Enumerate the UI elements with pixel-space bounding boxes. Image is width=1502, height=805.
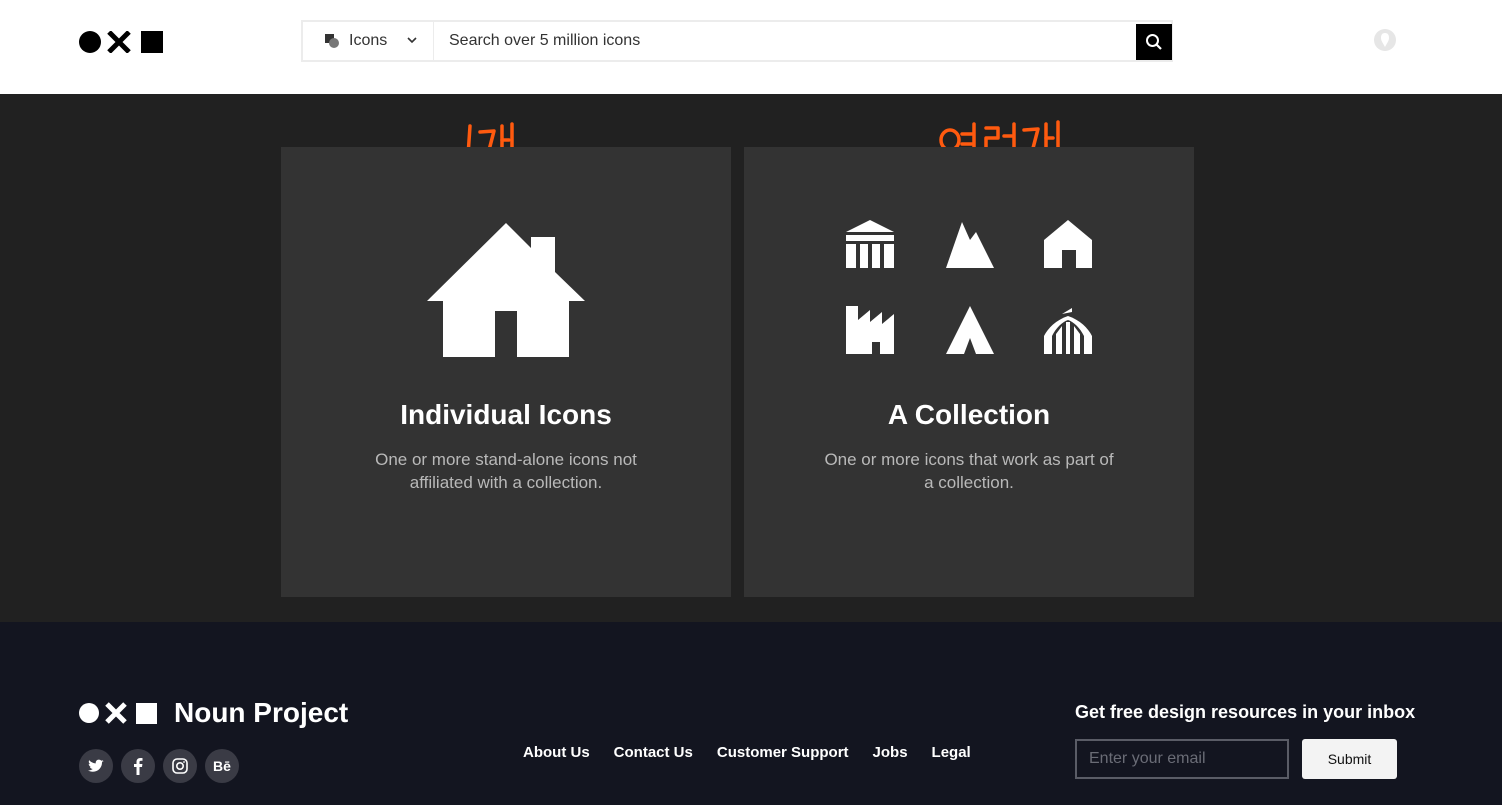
card-title: Individual Icons — [400, 399, 612, 430]
newsletter-title: Get free design resources in your inbox — [1075, 702, 1416, 722]
museum-icon — [846, 220, 894, 268]
newsletter-submit-button[interactable]: Submit — [1302, 739, 1397, 779]
mountain-icon — [946, 222, 994, 268]
instagram-icon — [172, 758, 188, 774]
card-description: One or more icons that work as part of a… — [824, 450, 1114, 492]
footer-link-contact-us[interactable]: Contact Us — [614, 744, 693, 761]
card-description: One or more stand-alone icons not affili… — [375, 450, 637, 492]
search-input[interactable] — [435, 22, 1135, 60]
footer-links: About Us Contact Us Customer Support Job… — [523, 744, 971, 761]
behance-icon: Bē — [213, 758, 231, 774]
search-bar: Icons — [301, 20, 1173, 62]
house-icon — [1044, 220, 1092, 268]
user-avatar-icon[interactable] — [1373, 28, 1397, 52]
footer-link-about-us[interactable]: About Us — [523, 744, 590, 761]
facebook-icon — [134, 758, 143, 775]
twitter-icon — [88, 759, 104, 772]
chevron-down-icon — [407, 37, 417, 44]
instagram-link[interactable] — [163, 749, 197, 783]
header: Icons — [0, 0, 1502, 94]
twitter-link[interactable] — [79, 749, 113, 783]
search-type-label: Icons — [349, 32, 388, 49]
newsletter-email-input[interactable] — [1075, 739, 1289, 779]
tent-icon — [946, 306, 994, 354]
factory-icon — [846, 306, 894, 354]
facebook-link[interactable] — [121, 749, 155, 783]
behance-link[interactable]: Bē — [205, 749, 239, 783]
footer-link-legal[interactable]: Legal — [932, 744, 971, 761]
search-type-dropdown[interactable]: Icons — [303, 22, 434, 60]
footer-logo[interactable] — [79, 702, 159, 724]
circus-tent-icon — [1044, 308, 1092, 354]
noun-project-logo[interactable] — [79, 31, 165, 53]
footer-brand-name: Noun Project — [174, 697, 349, 728]
individual-icons-card[interactable]: Individual Icons One or more stand-alone… — [281, 147, 731, 597]
house-icon — [427, 223, 585, 357]
icons-type-icon — [325, 34, 339, 48]
search-button[interactable] — [1136, 24, 1172, 60]
footer-link-jobs[interactable]: Jobs — [873, 744, 908, 761]
footer-link-customer-support[interactable]: Customer Support — [717, 744, 849, 761]
card-title: A Collection — [887, 399, 1051, 430]
search-icon — [1146, 34, 1162, 50]
footer: Noun Project Bē About Us Contact Us Cust… — [0, 622, 1502, 805]
upload-type-section: Individual Icons One or more stand-alone… — [0, 94, 1502, 622]
collection-card[interactable]: A Collection One or more icons that work… — [744, 147, 1194, 597]
